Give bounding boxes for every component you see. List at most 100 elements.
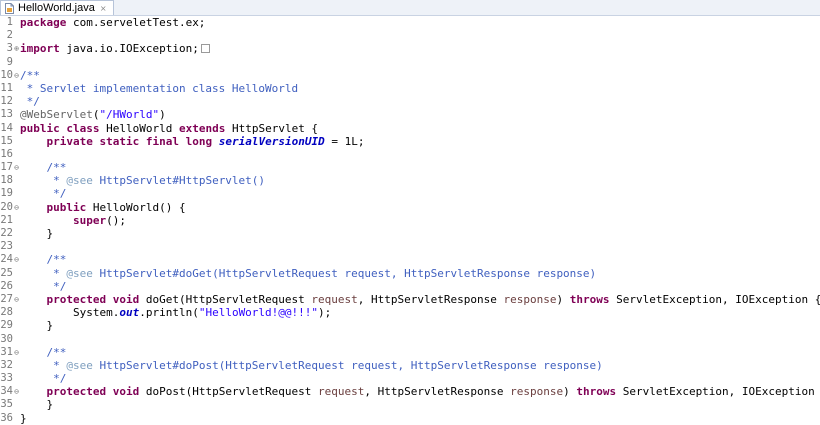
code-text: */ [20,187,66,200]
line-number: 29 [0,319,13,332]
code-token [106,385,113,398]
code-line[interactable]: 18 * @see HttpServlet#HttpServlet() [0,174,820,187]
code-line[interactable]: 12 */ [0,95,820,108]
code-line[interactable]: 33 */ [0,372,820,385]
code-line[interactable]: 19 */ [0,187,820,200]
code-text: } [20,319,53,332]
code-text: package com.serveletTest.ex; [20,16,205,29]
fold-collapse-icon[interactable]: ⊖ [13,69,20,82]
code-token: HttpServlet { [225,122,318,135]
fold-collapse-icon[interactable]: ⊖ [13,201,20,214]
code-text: protected void doPost(HttpServletRequest… [20,385,820,398]
code-token [139,135,146,148]
code-line[interactable]: 34⊖ protected void doPost(HttpServletReq… [0,385,820,398]
fold-expand-icon[interactable]: ⊕ [13,42,20,55]
code-token: HttpServlet#doPost(HttpServletRequest re… [93,359,603,372]
code-token: doGet(HttpServletRequest [139,293,311,306]
code-token: public [47,201,87,214]
line-number: 13 [0,108,13,121]
fold-collapse-icon[interactable]: ⊖ [13,385,20,398]
line-number: 21 [0,214,13,227]
code-line[interactable]: 2 [0,29,820,42]
code-token: ServletException, IOException { [616,385,820,398]
code-line[interactable]: 36} [0,412,820,425]
code-token: , HttpServletResponse [358,293,504,306]
fold-collapse-icon[interactable]: ⊖ [13,293,20,306]
code-token: request [318,385,364,398]
code-line[interactable]: 25 * @see HttpServlet#doGet(HttpServletR… [0,267,820,280]
code-token: java.io.IOException; [60,42,199,55]
code-text: * @see HttpServlet#HttpServlet() [20,174,265,187]
line-number: 28 [0,306,13,319]
code-line[interactable]: 3⊕import java.io.IOException; [0,42,820,55]
code-line[interactable]: 15 private static final long serialVersi… [0,135,820,148]
code-text: super(); [20,214,126,227]
code-line[interactable]: 11 * Servlet implementation class HelloW… [0,82,820,95]
code-token: ); [318,306,331,319]
fold-collapse-icon[interactable]: ⊖ [13,346,20,359]
fold-collapse-icon[interactable]: ⊖ [13,161,20,174]
code-text: /** [20,346,66,359]
code-line[interactable]: 22 } [0,227,820,240]
line-number: 19 [0,187,13,200]
code-token: "/HWorld" [99,108,159,121]
code-line[interactable]: 21 super(); [0,214,820,227]
code-editor[interactable]: 1package com.serveletTest.ex;23⊕import j… [0,16,820,419]
code-line[interactable]: 20⊖ public HelloWorld() { [0,201,820,214]
code-token: } [20,319,53,332]
code-token [20,135,47,148]
code-line[interactable]: 1package com.serveletTest.ex; [0,16,820,29]
code-token: @see [66,267,93,280]
code-line[interactable]: 14public class HelloWorld extends HttpSe… [0,122,820,135]
code-line[interactable]: 29 } [0,319,820,332]
code-token [179,135,186,148]
code-token: void [113,385,140,398]
code-token: final [146,135,179,148]
code-line[interactable]: 35 } [0,398,820,411]
code-line[interactable]: 24⊖ /** [0,253,820,266]
code-token: com.serveletTest.ex; [66,16,205,29]
code-line[interactable]: 26 */ [0,280,820,293]
close-icon[interactable]: × [100,2,107,15]
code-line[interactable]: 13@WebServlet("/HWorld") [0,108,820,121]
line-number: 2 [0,29,13,42]
code-text: } [20,398,53,411]
code-line[interactable]: 16 [0,148,820,161]
code-line[interactable]: 9 [0,56,820,69]
code-line[interactable]: 30 [0,333,820,346]
folded-imports-icon[interactable] [201,44,210,53]
code-token: = 1L; [325,135,365,148]
code-token [20,201,47,214]
code-token: super [73,214,106,227]
code-token: .println( [139,306,199,319]
code-text: * @see HttpServlet#doPost(HttpServletReq… [20,359,603,372]
code-line[interactable]: 28 System.out.println("HelloWorld!@@!!!"… [0,306,820,319]
code-token: @see [66,359,93,372]
fold-collapse-icon[interactable]: ⊖ [13,253,20,266]
code-token: package [20,16,66,29]
code-line[interactable]: 10⊖/** [0,69,820,82]
editor-tab-helloworld[interactable]: HelloWorld.java × [0,0,114,15]
code-token: , HttpServletResponse [364,385,510,398]
code-token: */ [20,187,66,200]
code-token: * [20,174,66,187]
code-token: request [311,293,357,306]
line-number: 27 [0,293,13,306]
code-token: protected [47,385,107,398]
code-line[interactable]: 32 * @see HttpServlet#doPost(HttpServlet… [0,359,820,372]
code-token [106,293,113,306]
line-number: 25 [0,267,13,280]
code-line[interactable]: 31⊖ /** [0,346,820,359]
editor-tab-bar: HelloWorld.java × [0,0,820,16]
code-token: HttpServlet#doGet(HttpServletRequest req… [93,267,596,280]
code-token: HelloWorld [100,122,179,135]
line-number: 35 [0,398,13,411]
code-token: protected [47,293,107,306]
code-token: * Servlet implementation class HelloWorl… [20,82,298,95]
code-line[interactable]: 23 [0,240,820,253]
line-number: 32 [0,359,13,372]
code-text: protected void doGet(HttpServletRequest … [20,293,820,306]
code-line[interactable]: 27⊖ protected void doGet(HttpServletRequ… [0,293,820,306]
code-token: /** [20,161,66,174]
code-line[interactable]: 17⊖ /** [0,161,820,174]
